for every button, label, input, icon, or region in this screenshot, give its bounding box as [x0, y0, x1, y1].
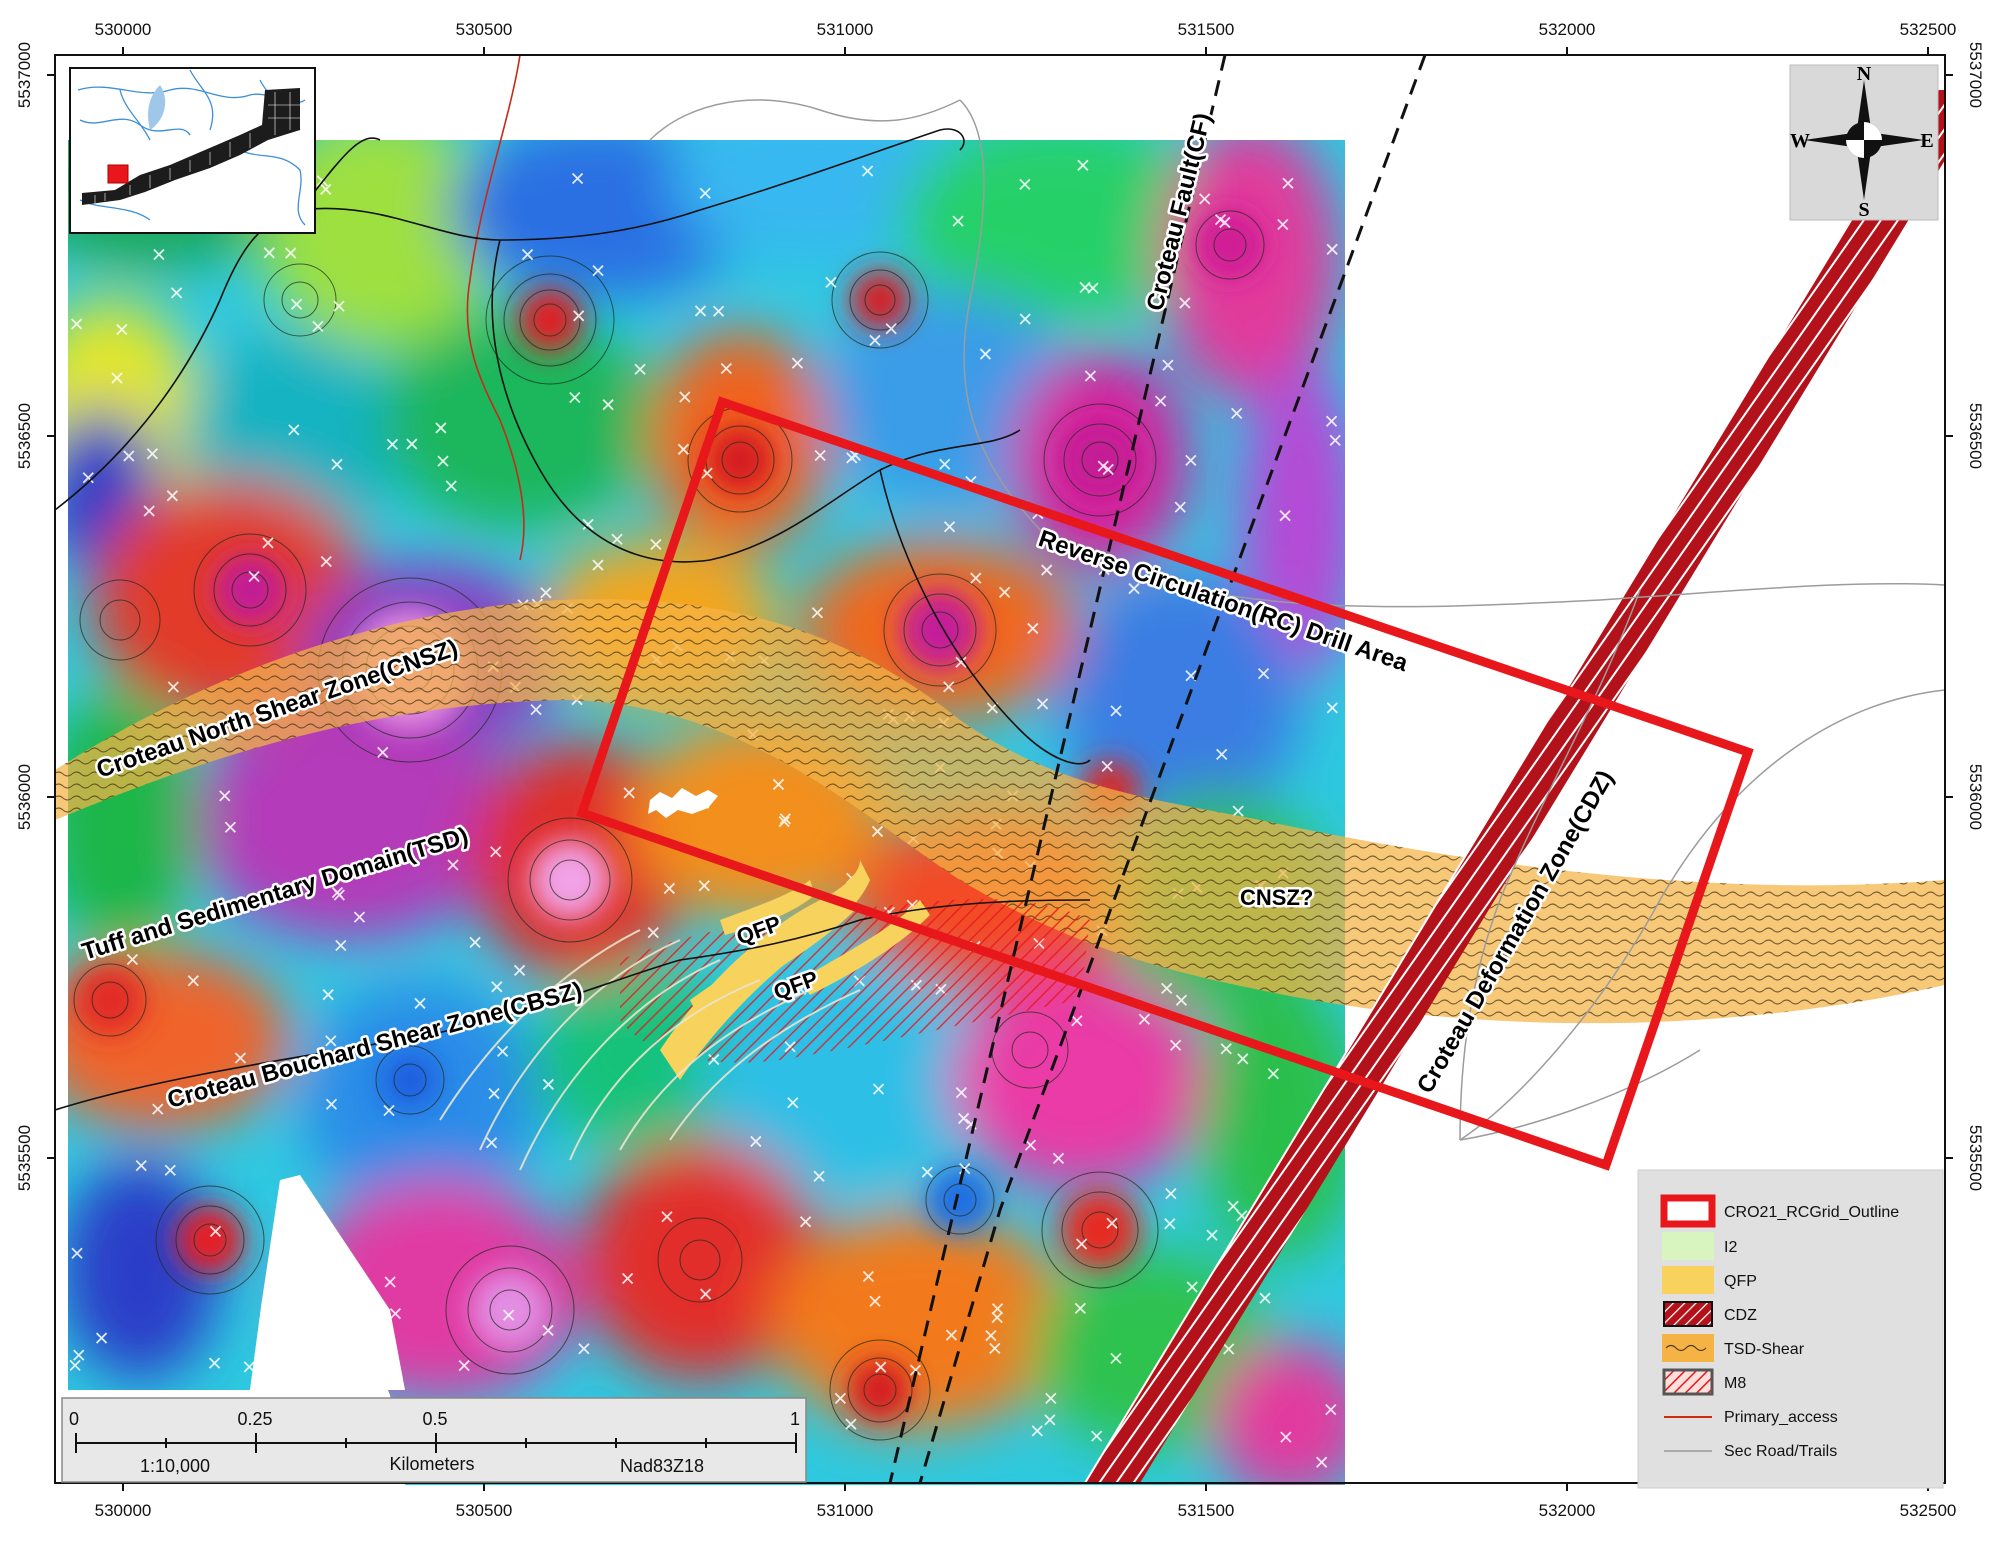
x-tick-bottom-1: 530000	[95, 1501, 152, 1520]
legend-label-sec-road: Sec Road/Trails	[1724, 1443, 1837, 1460]
legend-label-primary-access: Primary_access	[1724, 1409, 1838, 1426]
x-tick-bottom-3: 531000	[817, 1501, 874, 1520]
label-cnsz-query: CNSZ?	[1240, 885, 1313, 910]
x-tick-top-2: 530500	[456, 20, 513, 39]
scale-units: Kilometers	[389, 1454, 474, 1474]
scale-ratio: 1:10,000	[140, 1456, 210, 1476]
scale-bar: 0 0.25 0.5 1 1:10,000 Kilometers Nad83Z1…	[61, 1397, 807, 1483]
x-tick-bottom-4: 531500	[1178, 1501, 1235, 1520]
legend: CRO21_RCGrid_Outline I2 QFP CDZ TSD-Shea…	[1637, 1169, 1944, 1489]
x-tick-top-3: 531000	[817, 20, 874, 39]
x-tick-top-1: 530000	[95, 20, 152, 39]
x-tick-top-6: 532500	[1900, 20, 1957, 39]
x-tick-top-4: 531500	[1178, 20, 1235, 39]
legend-label-m8: M8	[1724, 1375, 1746, 1392]
y-tick-right-4: 5535500	[1966, 1125, 1985, 1191]
x-tick-bottom-5: 532000	[1539, 1501, 1596, 1520]
scale-tick-05: 0.5	[422, 1409, 447, 1429]
y-tick-left-4: 5535500	[15, 1125, 34, 1191]
y-tick-right-1: 5537000	[1966, 42, 1985, 108]
legend-swatch-tsd-shear	[1662, 1334, 1714, 1362]
legend-swatch-i2	[1662, 1232, 1714, 1260]
scale-tick-0: 0	[69, 1409, 79, 1429]
legend-label-tsd-shear: TSD-Shear	[1724, 1341, 1805, 1358]
y-tick-right-2: 5536500	[1966, 403, 1985, 469]
legend-swatch-cdz	[1663, 1301, 1713, 1327]
compass-e: E	[1920, 130, 1933, 152]
x-tick-top-5: 532000	[1539, 20, 1596, 39]
compass-n: N	[1857, 63, 1872, 85]
y-tick-left-1: 5537000	[15, 42, 34, 108]
legend-label-qfp: QFP	[1724, 1273, 1757, 1290]
scale-tick-1: 1	[790, 1409, 800, 1429]
x-tick-bottom-2: 530500	[456, 1501, 513, 1520]
legend-label-rc-outline: CRO21_RCGrid_Outline	[1724, 1204, 1899, 1221]
legend-swatch-qfp	[1662, 1266, 1714, 1294]
legend-label-cdz: CDZ	[1724, 1307, 1757, 1324]
legend-label-i2: I2	[1724, 1239, 1737, 1256]
geophysics-map: 530000 530500 531000 531500 532000 53250…	[15, 20, 1985, 1520]
scale-tick-025: 0.25	[237, 1409, 272, 1429]
y-tick-left-3: 5536000	[15, 764, 34, 830]
y-tick-right-3: 5536000	[1966, 764, 1985, 830]
legend-swatch-m8	[1662, 1368, 1714, 1396]
y-tick-left-2: 5536500	[15, 403, 34, 469]
legend-swatch-rc-outline	[1660, 1194, 1716, 1228]
north-arrow: N S E W	[1789, 63, 1939, 221]
compass-s: S	[1858, 199, 1869, 221]
x-tick-bottom-6: 532500	[1900, 1501, 1957, 1520]
compass-w: W	[1790, 130, 1810, 152]
inset-map	[69, 67, 316, 234]
scale-datum: Nad83Z18	[620, 1456, 704, 1476]
